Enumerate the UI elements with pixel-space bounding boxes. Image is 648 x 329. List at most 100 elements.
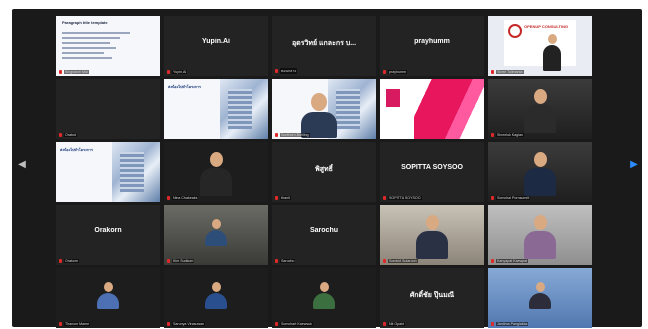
participant-tile[interactable]: Orakorn Orakorn: [56, 205, 160, 265]
participant-tile[interactable]: Kim Sudkum: [164, 205, 268, 265]
participant-name: อุดรวิทย์ แกละกร บ...: [291, 40, 357, 47]
participant-tile[interactable]: พิสูทธิ์ thanit: [272, 142, 376, 202]
participant-display-name: Sarochu: [280, 259, 296, 263]
participant-label: Orabut: [59, 133, 157, 137]
participant-video: [416, 215, 448, 259]
participant-label: Sinee Tolimanta: [491, 70, 589, 74]
slide-title: ส่งน้องไปทำโครงการ: [168, 85, 201, 89]
building-image: [112, 142, 160, 202]
participant-tile[interactable]: Sarunya Virasuwan: [164, 268, 268, 328]
participant-name: ศักดิ์ชัย ปุ๊นมณี: [409, 292, 455, 299]
participant-tile[interactable]: OPENUP CONSULTING Sinee Tolimanta: [488, 16, 592, 76]
participant-tile[interactable]: Orabut: [56, 79, 160, 139]
next-page-button[interactable]: ▶: [628, 156, 640, 172]
participant-tile[interactable]: Somchart Kaewsuk: [272, 268, 376, 328]
logo: [508, 24, 522, 38]
participant-tile[interactable]: Thanom Mame: [56, 268, 160, 328]
participant-tile[interactable]: prayhumm prayhumm: [380, 16, 484, 76]
shared-slide: [380, 79, 484, 139]
participant-display-name: Nit Opakt: [388, 322, 405, 326]
mic-muted-icon: [167, 322, 170, 326]
participant-label: Kanyapat Kaewpat: [491, 259, 589, 263]
participant-label: thanit: [275, 196, 373, 200]
mic-muted-icon: [167, 196, 170, 200]
participant-label: Nina Chakeaks: [167, 196, 265, 200]
participant-video: [524, 152, 556, 196]
participant-tile[interactable]: Sineeluk Kagian: [488, 79, 592, 139]
mic-muted-icon: [167, 70, 170, 74]
participant-tile[interactable]: Paragraph title template Kingsdom Mai: [56, 16, 160, 76]
participant-display-name: Somchai Pornsumrit: [496, 196, 531, 200]
mic-muted-icon: [275, 69, 278, 73]
previous-page-button[interactable]: ◀: [16, 156, 28, 172]
participant-display-name: Sineeluk Kagian: [496, 133, 524, 137]
participant-label: prayhumm: [383, 70, 481, 74]
participant-display-name: Somkid Sutaroon: [388, 259, 418, 263]
participant-label: Orakorn: [59, 259, 157, 263]
participant-display-name: Orabut: [64, 133, 77, 137]
participant-display-name: Nina Chakeaks: [172, 196, 199, 200]
participant-label: Sarunya Virasuwan: [167, 322, 265, 326]
shared-slide: ส่งน้องไปทำโครงการ: [56, 142, 160, 202]
participant-label: Somkid Sutaroon: [383, 259, 481, 263]
participant-display-name: Orakorn: [64, 259, 79, 263]
participant-label: Sarochu: [275, 259, 373, 263]
participant-tile[interactable]: ส่งน้องไปทำโครงการ: [164, 79, 268, 139]
participant-tile[interactable]: Nina Chakeaks: [164, 142, 268, 202]
participant-display-name: Kingsdom Mai: [64, 70, 89, 74]
participant-tile[interactable]: Yupin.Ai Yupin.Ai: [164, 16, 268, 76]
participant-tile[interactable]: Kanyapat Kaewpat: [488, 205, 592, 265]
mic-muted-icon: [59, 259, 62, 263]
participant-tile[interactable]: Sunthorn Buhling: [272, 79, 376, 139]
participant-video: [524, 215, 556, 259]
mic-muted-icon: [491, 133, 494, 137]
participant-grid: Paragraph title template Kingsdom Mai Yu…: [56, 16, 592, 328]
mic-muted-icon: [59, 322, 62, 326]
participant-video: [313, 282, 335, 309]
participant-tile[interactable]: อุดรวิทย์ แกละกร บ... ตอนกลาง: [272, 16, 376, 76]
participant-label: Somchart Kaewsuk: [275, 322, 373, 326]
mic-muted-icon: [59, 133, 62, 137]
participant-tile[interactable]: Sarochu Sarochu: [272, 205, 376, 265]
participant-video: [529, 282, 551, 309]
participant-display-name: prayhumm: [388, 70, 407, 74]
participant-display-name: SOPITTA SOYSOO: [388, 196, 422, 200]
participant-label: Kim Sudkum: [167, 259, 265, 263]
participant-label: Thanom Mame: [59, 322, 157, 326]
participant-tile[interactable]: Somchai Pornsumrit: [488, 142, 592, 202]
participant-display-name: Sunthorn Buhling: [280, 133, 310, 137]
participant-tile[interactable]: [380, 79, 484, 139]
participant-tile[interactable]: Jantima Panglakka: [488, 268, 592, 328]
shared-slide: [272, 79, 376, 139]
mic-muted-icon: [275, 133, 278, 137]
document-title: Paragraph title template: [62, 20, 108, 25]
participant-tile[interactable]: ส่งน้องไปทำโครงการ: [56, 142, 160, 202]
mic-muted-icon: [491, 322, 494, 326]
participant-tile[interactable]: Somkid Sutaroon: [380, 205, 484, 265]
participant-display-name: Sarunya Virasuwan: [172, 322, 206, 326]
participant-label: Somchai Pornsumrit: [491, 196, 589, 200]
mic-muted-icon: [275, 322, 278, 326]
participant-display-name: Somchart Kaewsuk: [280, 322, 313, 326]
participant-video: [205, 219, 227, 246]
mic-muted-icon: [491, 70, 494, 74]
participant-video: [300, 93, 337, 138]
chevron-right-icon: ▶: [630, 158, 638, 170]
mic-muted-icon: [383, 322, 386, 326]
banner-text: OPENUP CONSULTING: [524, 24, 569, 29]
participant-name: พิสูทธิ์: [315, 166, 333, 173]
participant-display-name: Kanyapat Kaewpat: [496, 259, 529, 263]
participant-name: SOPITTA SOYSOO: [401, 164, 463, 171]
mic-muted-icon: [491, 196, 494, 200]
participant-tile[interactable]: SOPITTA SOYSOO SOPITTA SOYSOO: [380, 142, 484, 202]
mic-muted-icon: [167, 259, 170, 263]
mic-muted-icon: [383, 70, 386, 74]
participant-video: [205, 282, 227, 309]
participant-display-name: Thanom Mame: [64, 322, 91, 326]
participant-video: [97, 282, 119, 309]
participant-tile[interactable]: ศักดิ์ชัย ปุ๊นมณี Nit Opakt: [380, 268, 484, 328]
participant-name: Sarochu: [309, 227, 338, 234]
participant-name: Yupin.Ai: [202, 38, 230, 45]
participant-label: Nit Opakt: [383, 322, 481, 326]
participant-label: Sunthorn Buhling: [275, 133, 373, 137]
